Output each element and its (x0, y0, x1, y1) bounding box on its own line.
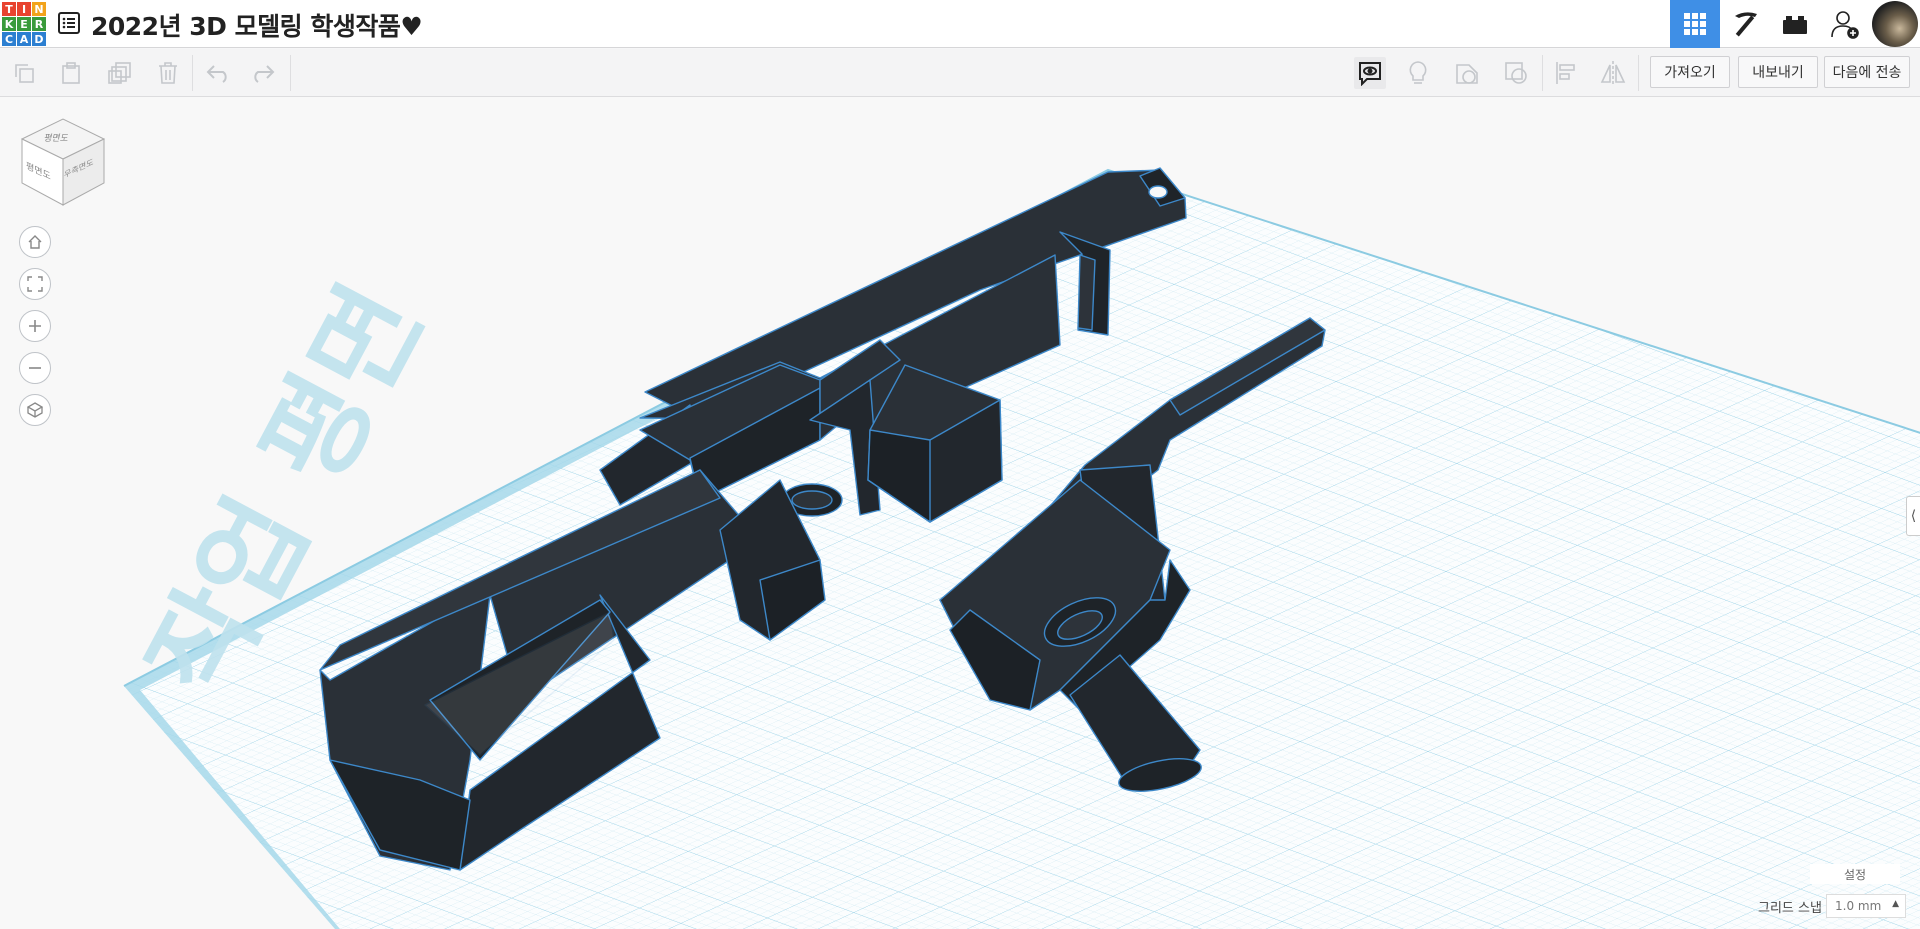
logo-letter: T (2, 2, 16, 16)
logo-letter: C (2, 32, 16, 46)
shape-hole-icon[interactable] (1500, 57, 1532, 89)
tinkercad-logo[interactable]: T I N K E R C A D (2, 2, 46, 46)
grid-snap-value: 1.0 mm (1835, 899, 1882, 913)
logo-letter: D (32, 32, 46, 46)
mirror-icon[interactable] (1597, 57, 1629, 89)
notes-icon[interactable] (1354, 57, 1386, 89)
perspective-icon[interactable] (19, 394, 51, 426)
export-button[interactable]: 내보내기 (1738, 56, 1818, 88)
light-bulb-icon[interactable] (1402, 57, 1434, 89)
zoom-out-icon[interactable] (19, 352, 51, 384)
duplicate-icon[interactable] (104, 57, 136, 89)
send-to-button[interactable]: 다음에 전송 (1824, 56, 1910, 88)
logo-letter: N (32, 2, 46, 16)
logo-letter: A (17, 32, 31, 46)
bricks-icon[interactable] (1770, 0, 1820, 48)
logo-letter: I (17, 2, 31, 16)
paste-icon[interactable] (55, 57, 87, 89)
toolbar: 가져오기 내보내기 다음에 전송 (0, 49, 1920, 97)
zoom-in-icon[interactable] (19, 310, 51, 342)
design-list-icon[interactable] (58, 12, 80, 34)
3d-viewport[interactable]: 작업 평면 평면도 평면도 우측면도 ⟨ 설정 그리드 스냅 1.0 mm ▲ (0, 97, 1920, 929)
top-bar: T I N K E R C A D 2022년 3D 모델링 학생작품♥ (0, 0, 1920, 48)
import-button[interactable]: 가져오기 (1650, 56, 1730, 88)
delete-icon[interactable] (152, 57, 184, 89)
logo-letter: R (32, 17, 46, 31)
caret-up-icon: ▲ (1892, 899, 1899, 909)
viewcube-top-label: 평면도 (42, 133, 70, 145)
add-user-icon[interactable] (1820, 0, 1870, 48)
align-icon[interactable] (1550, 57, 1582, 89)
redo-icon[interactable] (247, 57, 279, 89)
undo-icon[interactable] (202, 57, 234, 89)
fit-view-icon[interactable] (19, 268, 51, 300)
logo-letter: K (2, 17, 16, 31)
profile-avatar[interactable] (1872, 1, 1918, 47)
grid-view-icon[interactable] (1670, 0, 1720, 48)
view-cube[interactable]: 평면도 평면도 우측면도 (20, 117, 106, 209)
pickaxe-icon[interactable] (1720, 0, 1770, 48)
grid-snap-select[interactable]: 1.0 mm ▲ (1826, 894, 1906, 918)
side-panel-toggle[interactable]: ⟨ (1906, 496, 1920, 536)
logo-letter: E (17, 17, 31, 31)
settings-button[interactable]: 설정 (1810, 864, 1900, 884)
shape-solid-icon[interactable] (1451, 57, 1483, 89)
grid-snap-label: 그리드 스냅 (1758, 901, 1822, 916)
design-title[interactable]: 2022년 3D 모델링 학생작품♥ (91, 7, 423, 43)
home-view-icon[interactable] (19, 226, 51, 258)
copy-icon[interactable] (8, 57, 40, 89)
